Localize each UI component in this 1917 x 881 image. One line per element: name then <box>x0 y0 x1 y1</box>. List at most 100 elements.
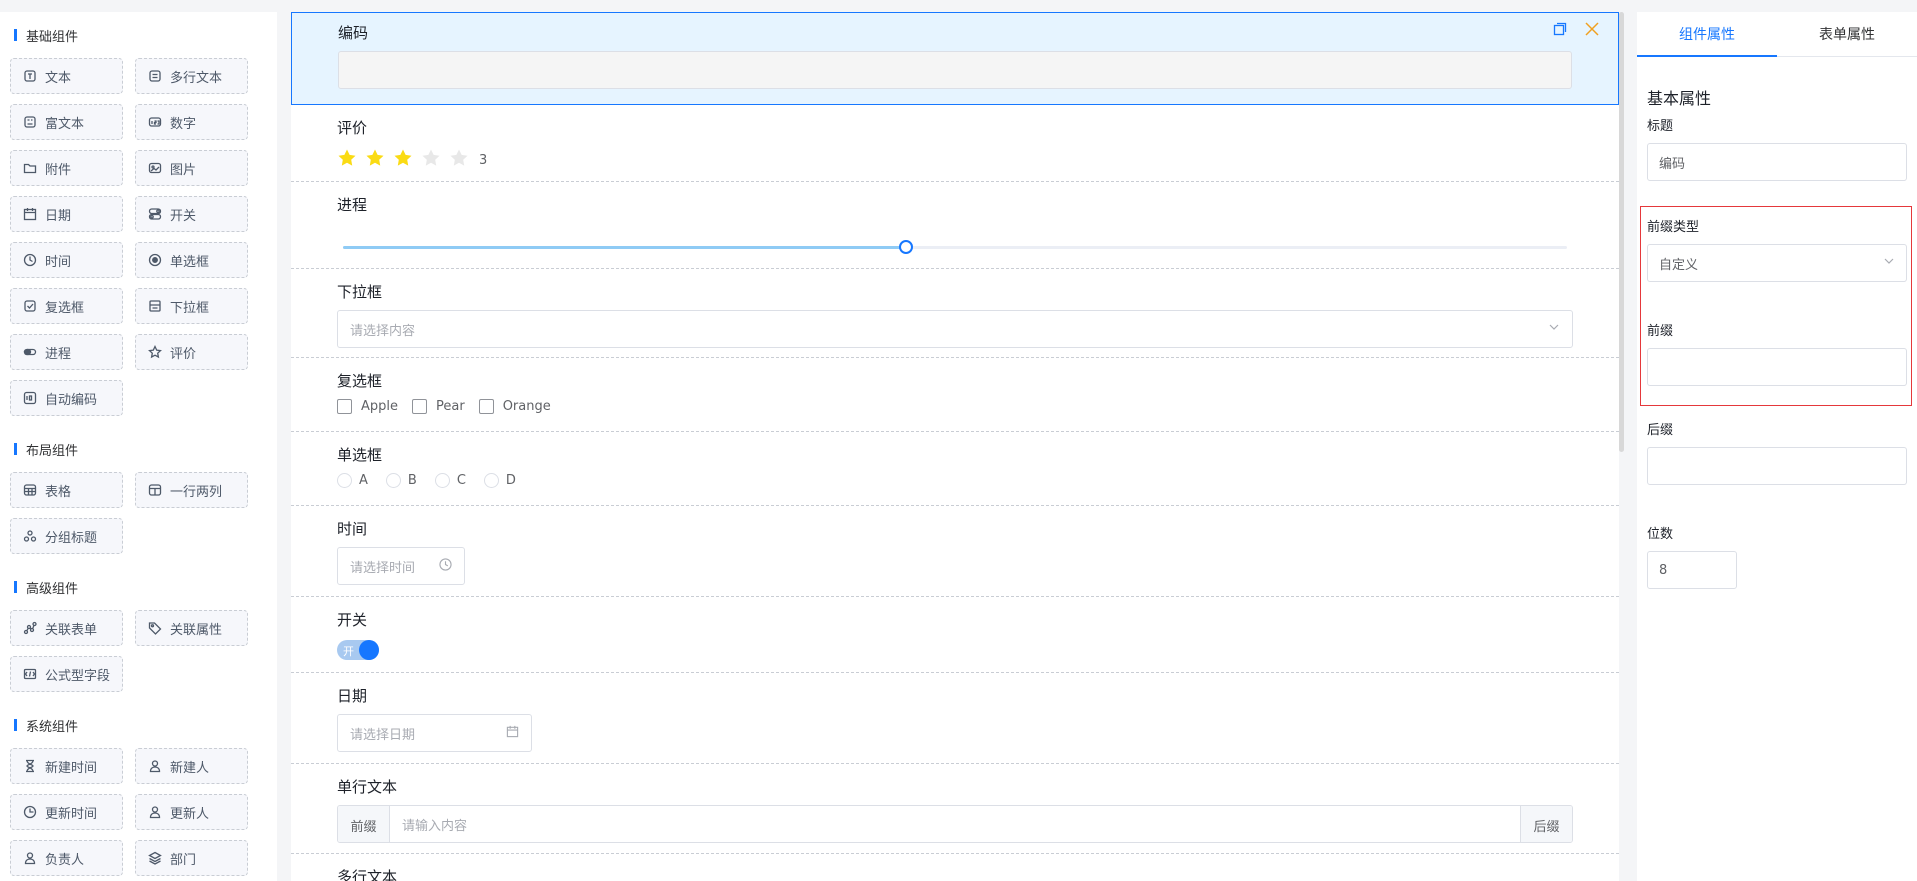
component-item[interactable]: 公式型字段 <box>10 656 123 692</box>
component-item[interactable]: 进程 <box>10 334 123 370</box>
field-label: 日期 <box>337 687 368 705</box>
component-item[interactable]: 一行两列 <box>135 472 248 508</box>
group-title-icon <box>23 529 37 543</box>
checkbox-box[interactable] <box>478 399 494 414</box>
canvas-scrollbar[interactable] <box>1619 12 1624 452</box>
suffix-label: 后缀 <box>1647 423 1674 438</box>
checkbox-box[interactable] <box>412 399 428 414</box>
prefix-type-select[interactable]: 自定义 <box>1647 244 1907 282</box>
field-single-text[interactable]: 单行文本 前缀 请输入内容 后缀 <box>291 764 1619 854</box>
component-item-label: 时间 <box>45 254 72 270</box>
component-item[interactable]: 日期 <box>10 196 123 232</box>
star-icon <box>148 345 162 359</box>
component-item[interactable]: 富文本 <box>10 104 123 140</box>
properties-panel: 组件属性 表单属性 基本属性 标题 编码 前缀类型 自定义 前缀 后缀 位数 8 <box>1637 12 1917 881</box>
component-item[interactable]: 数字 <box>135 104 248 140</box>
component-item-label: 部门 <box>170 852 197 868</box>
single-text-input[interactable]: 请输入内容 <box>390 806 1520 842</box>
radio-circle[interactable] <box>483 473 499 488</box>
component-item[interactable]: 关联属性 <box>135 610 248 646</box>
close-icon[interactable] <box>1584 21 1600 41</box>
title-input[interactable]: 编码 <box>1647 143 1907 181</box>
checkbox-option-label: Apple <box>361 399 399 414</box>
digits-input[interactable]: 8 <box>1647 551 1737 589</box>
link-form-icon <box>23 621 37 635</box>
component-grid: 文本 多行文本 富文本 数字 附件 图片 日期 开关时间 单选框 复选框 下拉框 进程 评价自动编码 <box>10 58 277 416</box>
table-icon <box>23 483 37 497</box>
component-item[interactable]: 下拉框 <box>135 288 248 324</box>
select-dropdown[interactable]: 请选择内容 <box>337 310 1573 348</box>
component-item-label: 文本 <box>45 70 72 86</box>
radio-circle[interactable] <box>337 473 352 488</box>
progress-icon <box>23 345 37 359</box>
component-item[interactable]: 部门 <box>135 840 248 876</box>
field-rating[interactable]: 评价 3 <box>291 105 1619 182</box>
radio-option[interactable]: D <box>483 473 516 488</box>
field-date[interactable]: 日期 请选择日期 <box>291 673 1619 764</box>
component-item[interactable]: 分组标题 <box>10 518 123 554</box>
component-item-label: 新建时间 <box>45 760 98 776</box>
component-item[interactable]: 多行文本 <box>135 58 248 94</box>
slider-handle[interactable] <box>899 240 914 254</box>
checkbox-box[interactable] <box>337 399 352 414</box>
prefix-input[interactable] <box>1647 348 1907 386</box>
progress-slider[interactable] <box>343 240 1567 254</box>
component-item[interactable]: 单选框 <box>135 242 248 278</box>
star-icon[interactable] <box>393 148 413 172</box>
star-icon[interactable] <box>421 148 441 172</box>
field-switch[interactable]: 开关 开 <box>291 597 1619 673</box>
radio-option[interactable]: B <box>385 473 417 488</box>
radio-group: A B C D <box>337 473 1573 488</box>
component-item[interactable]: 评价 <box>135 334 248 370</box>
rating-stars: 3 <box>337 148 1573 172</box>
star-icon[interactable] <box>449 148 469 172</box>
field-label: 多行文本 <box>337 868 398 881</box>
radio-option-label: C <box>456 473 466 488</box>
checkbox-option[interactable]: Orange <box>478 399 551 414</box>
field-checkbox[interactable]: 复选框 Apple Pear Orange <box>291 358 1619 432</box>
checkbox-option[interactable]: Apple <box>337 399 398 414</box>
field-code[interactable]: 编码 <box>291 12 1619 105</box>
two-column-icon <box>148 483 162 497</box>
switch-toggle[interactable]: 开 <box>337 640 379 660</box>
checkbox-option[interactable]: Pear <box>412 399 465 414</box>
component-item[interactable]: 附件 <box>10 150 123 186</box>
field-radio[interactable]: 单选框 A B C D <box>291 432 1619 506</box>
field-select[interactable]: 下拉框 请选择内容 <box>291 269 1619 358</box>
star-icon[interactable] <box>365 148 385 172</box>
component-item[interactable]: 关联表单 <box>10 610 123 646</box>
star-icon[interactable] <box>337 148 357 172</box>
field-progress[interactable]: 进程 <box>291 182 1619 269</box>
prefix-label: 前缀 <box>1647 324 1674 339</box>
radio-circle[interactable] <box>434 473 450 488</box>
tab-form-properties[interactable]: 表单属性 <box>1777 12 1917 56</box>
prefix-type-value: 自定义 <box>1659 257 1699 273</box>
component-item[interactable]: 自动编码 <box>10 380 123 416</box>
component-item-label: 自动编码 <box>45 392 98 408</box>
radio-option[interactable]: C <box>434 473 466 488</box>
radio-circle[interactable] <box>385 473 401 488</box>
component-item[interactable]: 新建时间 <box>10 748 123 784</box>
chevron-down-icon <box>1883 255 1895 271</box>
component-item-label: 更新人 <box>170 806 210 822</box>
tab-component-properties[interactable]: 组件属性 <box>1637 12 1777 57</box>
component-item-label: 关联属性 <box>170 622 223 638</box>
field-time[interactable]: 时间 请选择时间 <box>291 506 1619 597</box>
component-item[interactable]: 负责人 <box>10 840 123 876</box>
date-picker[interactable]: 请选择日期 <box>337 714 532 752</box>
component-item[interactable]: 新建人 <box>135 748 248 784</box>
component-item[interactable]: 图片 <box>135 150 248 186</box>
component-item[interactable]: 复选框 <box>10 288 123 324</box>
component-item[interactable]: 文本 <box>10 58 123 94</box>
time-picker[interactable]: 请选择时间 <box>337 547 465 585</box>
component-item[interactable]: 更新人 <box>135 794 248 830</box>
component-item[interactable]: 表格 <box>10 472 123 508</box>
component-item[interactable]: 更新时间 <box>10 794 123 830</box>
calendar-icon <box>23 207 37 221</box>
suffix-input[interactable] <box>1647 447 1907 485</box>
component-item[interactable]: 时间 <box>10 242 123 278</box>
radio-option[interactable]: A <box>337 473 368 488</box>
copy-icon[interactable] <box>1552 21 1568 41</box>
field-multi-text[interactable]: 多行文本 <box>291 854 1619 881</box>
component-item[interactable]: 开关 <box>135 196 248 232</box>
